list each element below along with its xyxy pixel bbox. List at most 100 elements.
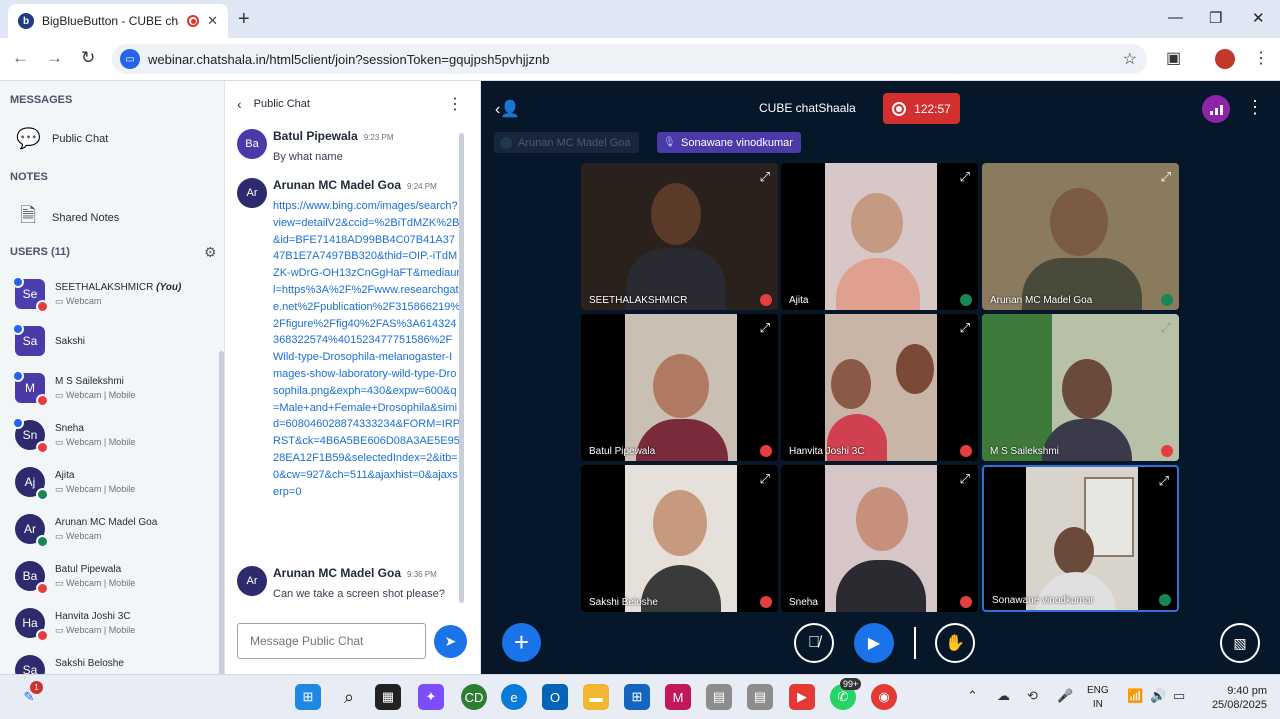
user-list-item[interactable]: Aj Ajita ▭ Webcam | Mobile bbox=[15, 467, 215, 507]
user-list-item[interactable]: Se SEETHALAKSHMICR (You) ▭ Webcam bbox=[12, 276, 215, 319]
document-app-icon-2[interactable]: ▤ bbox=[747, 684, 773, 710]
gear-icon[interactable]: ⚙ bbox=[204, 244, 217, 261]
m365-icon[interactable]: M bbox=[665, 684, 691, 710]
bookmark-star-icon[interactable]: ☆ bbox=[1123, 49, 1137, 69]
fullscreen-icon[interactable]: ⤢ bbox=[960, 169, 970, 185]
language-indicator[interactable]: ENG IN bbox=[1087, 684, 1109, 712]
video-tile[interactable]: ⤢ Ajita bbox=[781, 163, 978, 310]
talking-indicator[interactable]: Arunan MC Madel Goa bbox=[494, 132, 639, 153]
recording-time: 122:57 bbox=[914, 101, 951, 116]
user-list-item[interactable]: Sa Sakshi Beloshe bbox=[15, 655, 215, 674]
document-app-icon[interactable]: ▤ bbox=[706, 684, 732, 710]
onedrive-icon[interactable]: ☁ bbox=[997, 688, 1010, 704]
edge-icon[interactable]: e bbox=[501, 684, 527, 710]
cd-app-icon[interactable]: CD bbox=[461, 684, 487, 710]
video-tile[interactable]: ⤢ Sakshi Beloshe bbox=[581, 465, 778, 612]
user-list-item[interactable]: Sn Sneha ▭ Webcam | Mobile bbox=[12, 417, 215, 460]
store-icon[interactable]: ⊞ bbox=[624, 684, 650, 710]
actions-plus-button[interactable]: + bbox=[502, 623, 541, 662]
toggle-user-list-icon[interactable]: ‹👤 bbox=[495, 99, 520, 119]
message-text: Can we take a screen shot please? bbox=[273, 588, 445, 600]
sidebar-public-chat[interactable]: 💬 Public Chat bbox=[16, 126, 108, 151]
cast-icon[interactable]: ▣ bbox=[1166, 48, 1181, 68]
video-tile[interactable]: ⤢ Hanvita Joshi 3C bbox=[781, 314, 978, 461]
video-tile[interactable]: ⤢ Batul Pipewala bbox=[581, 314, 778, 461]
raise-hand-button[interactable]: ✋ bbox=[935, 623, 975, 663]
whatsapp-icon[interactable]: ✆ 99+ bbox=[830, 678, 862, 710]
task-view-icon[interactable]: ▦ bbox=[375, 684, 401, 710]
profile-avatar[interactable] bbox=[1215, 49, 1235, 69]
pen-icon[interactable]: ✎ 1 bbox=[16, 681, 43, 710]
chat-scrollbar[interactable] bbox=[459, 133, 464, 603]
chrome-icon[interactable]: ◉ bbox=[871, 684, 897, 710]
url-bar[interactable]: ▭ webinar.chatshala.in/html5client/join?… bbox=[112, 44, 1147, 74]
volume-icon[interactable]: 🔊 bbox=[1150, 688, 1166, 704]
connection-status-icon[interactable] bbox=[1202, 95, 1230, 123]
browser-menu-icon[interactable]: ⋮ bbox=[1253, 48, 1269, 68]
outlook-icon[interactable]: O bbox=[542, 684, 568, 710]
headphones-icon bbox=[960, 294, 972, 306]
fullscreen-icon[interactable]: ⤢ bbox=[760, 471, 770, 487]
presentation-toggle-button[interactable]: ▧ bbox=[1220, 623, 1260, 663]
close-tab-icon[interactable]: ✕ bbox=[207, 13, 218, 29]
public-chat-panel: ‹ Public Chat ⋮ Ba Batul Pipewala 9:23 PM… bbox=[225, 81, 481, 674]
search-icon[interactable]: ⌕ bbox=[336, 684, 362, 710]
recording-button[interactable]: 122:57 bbox=[883, 93, 960, 124]
user-list-item[interactable]: Ar Arunan MC Madel Goa ▭ Webcam bbox=[15, 514, 215, 554]
reload-icon[interactable]: ↻ bbox=[81, 48, 95, 68]
sidebar-shared-notes[interactable]: 🗎 Shared Notes bbox=[16, 201, 119, 235]
fullscreen-icon[interactable]: ⤢ bbox=[1161, 169, 1171, 185]
maximize-icon[interactable]: ❐ bbox=[1209, 9, 1222, 27]
browser-tab[interactable]: b BigBlueButton - CUBE chatS ✕ bbox=[8, 4, 228, 38]
video-tile[interactable]: ⤢ M S Sailekshmi bbox=[982, 314, 1179, 461]
microphone-icon[interactable]: 🎤 bbox=[1057, 688, 1073, 704]
minimize-icon[interactable]: — bbox=[1168, 9, 1183, 26]
fullscreen-icon[interactable]: ⤢ bbox=[960, 471, 970, 487]
send-message-button[interactable]: ➤ bbox=[434, 625, 467, 658]
fullscreen-icon[interactable]: ⤢ bbox=[1161, 320, 1171, 336]
fullscreen-icon[interactable]: ⤢ bbox=[760, 320, 770, 336]
new-tab-button[interactable]: + bbox=[238, 8, 250, 31]
webcam-button[interactable]: ▶ bbox=[854, 623, 894, 663]
wifi-icon[interactable]: 📶 bbox=[1127, 688, 1143, 704]
forward-arrow-icon[interactable]: → bbox=[46, 48, 63, 68]
message-author: Arunan MC Madel Goa bbox=[273, 566, 402, 580]
sync-icon[interactable]: ⟲ bbox=[1027, 688, 1038, 704]
user-list-item[interactable]: Ba Batul Pipewala ▭ Webcam | Mobile bbox=[15, 561, 215, 601]
windows-start-icon[interactable]: ⊞ bbox=[295, 684, 321, 710]
user-device: ▭ Webcam | Mobile bbox=[55, 625, 136, 635]
meeting-title: CUBE chatShaala bbox=[759, 101, 856, 115]
user-list-item[interactable]: Sa Sakshi bbox=[12, 323, 215, 366]
video-tile[interactable]: ⤢ SEETHALAKSHMICR bbox=[581, 163, 778, 310]
system-clock[interactable]: 9:40 pm 25/08/2025 bbox=[1203, 684, 1267, 712]
battery-icon[interactable]: ▭ bbox=[1173, 688, 1185, 704]
talking-indicator[interactable]: 🎙 Sonawane vinodkumar bbox=[657, 132, 801, 153]
record-icon bbox=[892, 101, 907, 116]
user-list-item[interactable]: M M S Sailekshmi ▭ Webcam | Mobile bbox=[12, 370, 215, 413]
user-device: ▭ Webcam | Mobile bbox=[55, 484, 136, 494]
mic-icon: 🎙 bbox=[663, 136, 676, 149]
chevron-left-icon[interactable]: ‹ bbox=[237, 96, 242, 112]
fullscreen-icon[interactable]: ⤢ bbox=[1159, 473, 1169, 489]
fullscreen-icon[interactable]: ⤢ bbox=[960, 320, 970, 336]
youtube-icon[interactable]: ▶ bbox=[789, 684, 815, 710]
site-camera-icon[interactable]: ▭ bbox=[120, 49, 140, 69]
message-link[interactable]: https://www.bing.com/images/search?view=… bbox=[273, 198, 461, 500]
user-list-item[interactable]: Ha Hanvita Joshi 3C ▭ Webcam | Mobile bbox=[15, 608, 215, 648]
close-window-icon[interactable]: ✕ bbox=[1252, 9, 1265, 27]
copilot-icon[interactable]: ✦ bbox=[418, 684, 444, 710]
fullscreen-icon[interactable]: ⤢ bbox=[760, 169, 770, 185]
chat-message-input[interactable] bbox=[237, 623, 426, 659]
meeting-options-icon[interactable]: ⋮ bbox=[1246, 97, 1264, 118]
video-tile[interactable]: ⤢ Sneha bbox=[781, 465, 978, 612]
video-tile[interactable]: ⤢ Arunan MC Madel Goa bbox=[982, 163, 1179, 310]
chevron-up-icon[interactable]: ⌃ bbox=[967, 688, 978, 704]
unmute-button[interactable]: 🎙̸ bbox=[794, 623, 834, 663]
bigbluebutton-favicon-icon: b bbox=[18, 13, 34, 29]
sidebar-scrollbar[interactable] bbox=[219, 351, 224, 674]
participant-face bbox=[851, 193, 903, 253]
file-explorer-icon[interactable]: ▬ bbox=[583, 684, 609, 710]
chat-options-icon[interactable]: ⋮ bbox=[447, 94, 463, 114]
back-arrow-icon[interactable]: ← bbox=[12, 48, 29, 68]
video-tile[interactable]: ⤢ Sonawane vinodkumar bbox=[982, 465, 1179, 612]
